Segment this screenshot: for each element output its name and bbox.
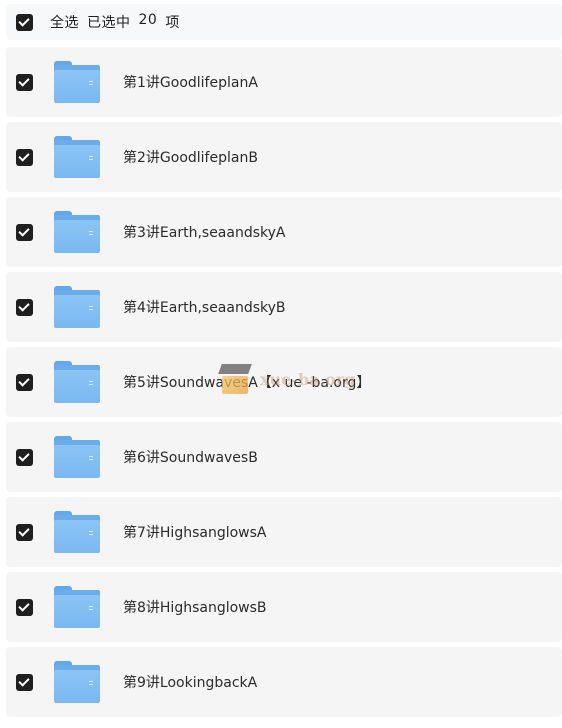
checkbox-checked-icon[interactable]: [16, 448, 33, 466]
list-item[interactable]: 第7讲HighsanglowsA: [6, 497, 562, 567]
file-name[interactable]: 第5讲SoundwavesA【x ue -ba.org】: [123, 372, 370, 392]
list-item[interactable]: 第1讲GoodlifeplanA: [6, 47, 562, 117]
selected-count: 20: [138, 12, 158, 28]
file-name[interactable]: 第2讲GoodlifeplanB: [123, 147, 258, 167]
folder-icon: [54, 136, 100, 178]
checkbox-checked-icon[interactable]: [16, 673, 33, 691]
file-name[interactable]: 第3讲Earth,seaandskyA: [123, 222, 286, 242]
checkbox-checked-icon[interactable]: [16, 523, 33, 541]
list-item[interactable]: 第6讲SoundwavesB: [6, 422, 562, 492]
file-name[interactable]: 第9讲LookingbackA: [123, 672, 257, 692]
file-name[interactable]: 第8讲HighsanglowsB: [123, 597, 267, 617]
file-name[interactable]: 第4讲Earth,seaandskyB: [123, 297, 286, 317]
file-name[interactable]: 第6讲SoundwavesB: [123, 447, 258, 467]
folder-icon: [54, 436, 100, 478]
selected-suffix: 项: [165, 15, 180, 31]
checkbox-checked-icon[interactable]: [16, 298, 33, 316]
folder-icon: [54, 511, 100, 553]
selected-prefix: 已选中: [87, 15, 131, 31]
file-name[interactable]: 第7讲HighsanglowsA: [123, 522, 267, 542]
checkbox-checked-icon[interactable]: [16, 73, 33, 91]
checkbox-checked-icon[interactable]: [16, 223, 33, 241]
folder-icon: [54, 286, 100, 328]
selection-summary: 全选 已选中 20 项: [50, 12, 180, 32]
folder-icon: [54, 61, 100, 103]
list-item[interactable]: 第8讲HighsanglowsB: [6, 572, 562, 642]
list-item[interactable]: 第5讲SoundwavesA【x ue -ba.org】: [6, 347, 562, 417]
select-all-checkbox-icon[interactable]: [16, 13, 33, 31]
list-item[interactable]: 第2讲GoodlifeplanB: [6, 122, 562, 192]
list-item[interactable]: 第3讲Earth,seaandskyA: [6, 197, 562, 267]
folder-icon: [54, 586, 100, 628]
folder-icon: [54, 211, 100, 253]
select-all-label[interactable]: 全选: [50, 12, 79, 32]
list-item[interactable]: 第9讲LookingbackA: [6, 647, 562, 717]
folder-icon: [54, 661, 100, 703]
checkbox-checked-icon[interactable]: [16, 373, 33, 391]
folder-icon: [54, 361, 100, 403]
checkbox-checked-icon[interactable]: [16, 598, 33, 616]
file-name[interactable]: 第1讲GoodlifeplanA: [123, 72, 258, 92]
list-item[interactable]: 第4讲Earth,seaandskyB: [6, 272, 562, 342]
select-all-bar: 全选 已选中 20 项: [6, 4, 562, 40]
checkbox-checked-icon[interactable]: [16, 148, 33, 166]
